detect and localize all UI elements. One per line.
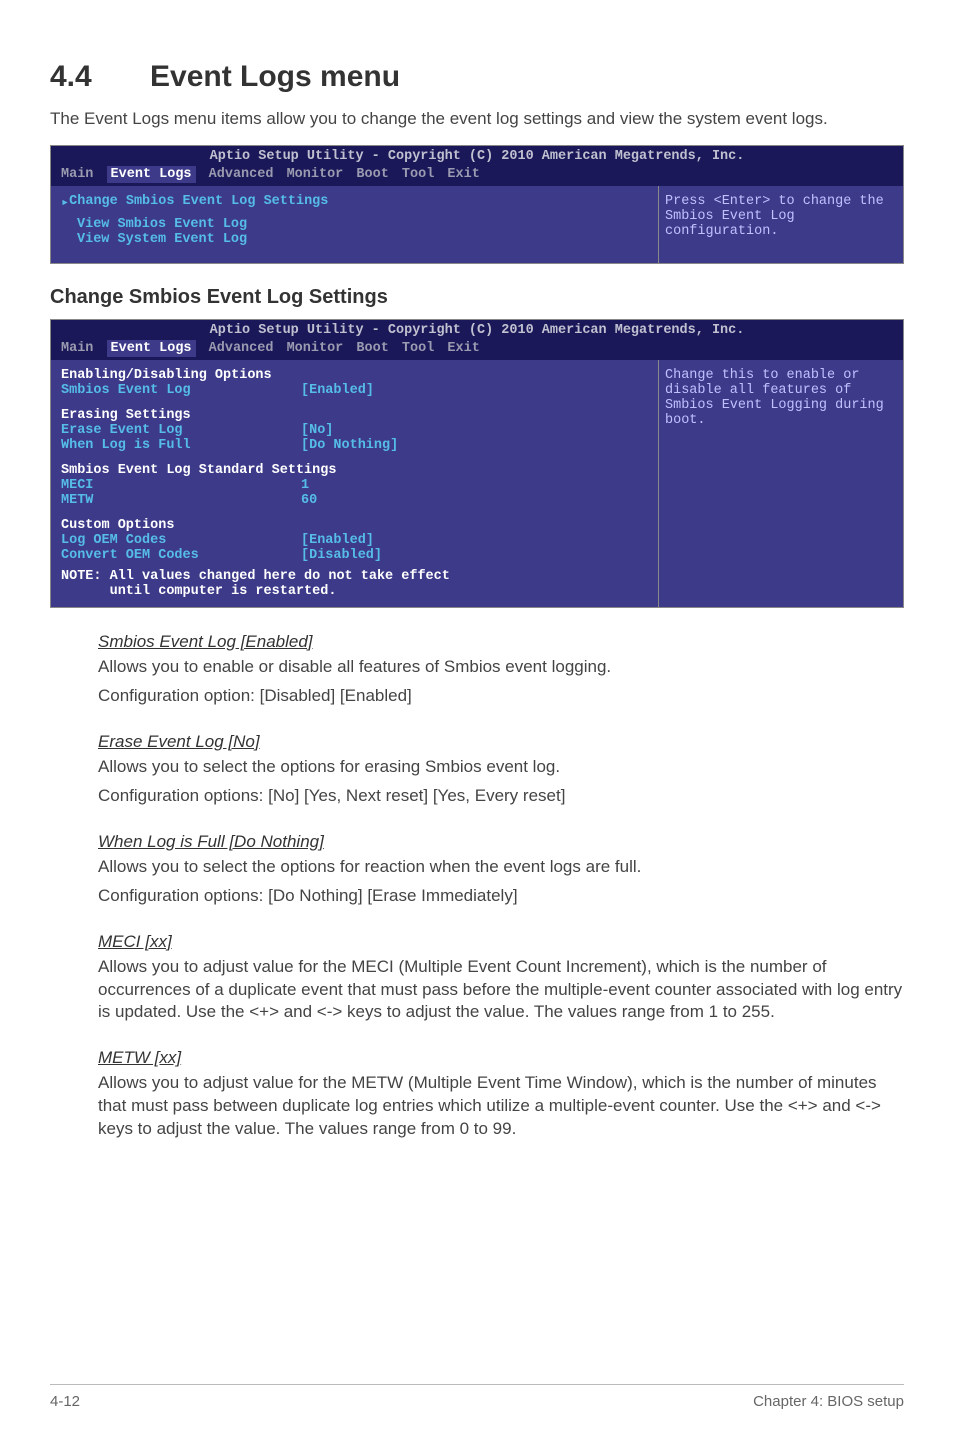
doc-section-whenfull-p1: Allows you to select the options for rea… — [98, 856, 904, 879]
bios2-log-oem-codes-value: [Enabled] — [301, 533, 374, 548]
bios2-group4-header: Custom Options — [61, 518, 648, 533]
bios1-tab-tool[interactable]: Tool — [402, 167, 434, 182]
doc-section-smbios-p2: Configuration option: [Disabled] [Enable… — [98, 685, 904, 708]
bios2-meci-value: 1 — [301, 478, 309, 493]
bios1-item-view-smbios-label: View Smbios Event Log — [77, 217, 247, 232]
bios-panel-1: Aptio Setup Utility - Copyright (C) 2010… — [50, 145, 904, 264]
page-heading: 4.4Event Logs menu — [50, 60, 904, 94]
bios2-log-oem-codes-label: Log OEM Codes — [61, 533, 301, 548]
bios2-note-line1: NOTE: All values changed here do not tak… — [61, 569, 648, 584]
doc-section-metw-p1: Allows you to adjust value for the METW … — [98, 1072, 904, 1141]
doc-section-meci-p1: Allows you to adjust value for the MECI … — [98, 956, 904, 1025]
bios1-item-view-system[interactable]: View System Event Log — [61, 232, 648, 247]
bios1-tab-main[interactable]: Main — [61, 167, 93, 182]
bios2-smbios-event-log-label: Smbios Event Log — [61, 383, 301, 398]
bios2-metw-label: METW — [61, 493, 301, 508]
bios2-tab-boot[interactable]: Boot — [356, 341, 388, 356]
bios2-tab-main[interactable]: Main — [61, 341, 93, 356]
doc-section-erase-p2: Configuration options: [No] [Yes, Next r… — [98, 785, 904, 808]
bios2-tab-advanced[interactable]: Advanced — [209, 341, 274, 356]
subheading: Change Smbios Event Log Settings — [50, 286, 904, 309]
footer-page-number: 4-12 — [50, 1393, 80, 1410]
doc-section-metw: METW [xx] Allows you to adjust value for… — [50, 1048, 904, 1141]
bios2-when-log-full[interactable]: When Log is Full[Do Nothing] — [61, 438, 648, 453]
bios2-tab-eventlogs[interactable]: Event Logs — [107, 340, 196, 357]
bios1-item-change-settings-label: Change Smbios Event Log Settings — [69, 194, 328, 211]
bios1-item-view-smbios[interactable]: View Smbios Event Log — [61, 217, 648, 232]
bios2-when-log-full-value: [Do Nothing] — [301, 438, 398, 453]
bios1-tabbar: Main Event Logs Advanced Monitor Boot To… — [51, 166, 903, 186]
bios-panel-2: Aptio Setup Utility - Copyright (C) 2010… — [50, 319, 904, 608]
bios2-metw[interactable]: METW60 — [61, 493, 648, 508]
doc-section-meci-heading: MECI [xx] — [98, 932, 904, 952]
bios2-convert-oem-codes-value: [Disabled] — [301, 548, 382, 563]
doc-section-erase-p1: Allows you to select the options for era… — [98, 756, 904, 779]
doc-section-metw-heading: METW [xx] — [98, 1048, 904, 1068]
bios1-tab-eventlogs[interactable]: Event Logs — [107, 166, 196, 183]
bios1-tab-exit[interactable]: Exit — [447, 167, 479, 182]
intro-text: The Event Logs menu items allow you to c… — [50, 108, 904, 131]
doc-section-erase: Erase Event Log [No] Allows you to selec… — [50, 732, 904, 808]
bios2-title: Aptio Setup Utility - Copyright (C) 2010… — [51, 320, 903, 340]
bios2-left-pane: Enabling/Disabling Options Smbios Event … — [51, 360, 658, 607]
bios2-smbios-event-log[interactable]: Smbios Event Log[Enabled] — [61, 383, 648, 398]
doc-section-whenfull-p2: Configuration options: [Do Nothing] [Era… — [98, 885, 904, 908]
bios1-help-pane: Press <Enter> to change the Smbios Event… — [658, 186, 903, 263]
bios2-erase-event-log[interactable]: Erase Event Log[No] — [61, 423, 648, 438]
bios2-smbios-event-log-value: [Enabled] — [301, 383, 374, 398]
bios1-left-pane: ▸ Change Smbios Event Log Settings View … — [51, 186, 658, 263]
bios2-group2-header: Erasing Settings — [61, 408, 648, 423]
doc-section-smbios-p1: Allows you to enable or disable all feat… — [98, 656, 904, 679]
bios2-convert-oem-codes-label: Convert OEM Codes — [61, 548, 301, 563]
bios2-erase-event-log-label: Erase Event Log — [61, 423, 301, 438]
doc-section-erase-heading: Erase Event Log [No] — [98, 732, 904, 752]
bios2-log-oem-codes[interactable]: Log OEM Codes[Enabled] — [61, 533, 648, 548]
bios1-tab-monitor[interactable]: Monitor — [287, 167, 344, 182]
doc-section-smbios-heading: Smbios Event Log [Enabled] — [98, 632, 904, 652]
bios2-group3-header: Smbios Event Log Standard Settings — [61, 463, 648, 478]
footer-chapter: Chapter 4: BIOS setup — [753, 1393, 904, 1410]
bios2-tabbar: Main Event Logs Advanced Monitor Boot To… — [51, 340, 903, 360]
bios1-title: Aptio Setup Utility - Copyright (C) 2010… — [51, 146, 903, 166]
bios1-tab-boot[interactable]: Boot — [356, 167, 388, 182]
bios2-tab-tool[interactable]: Tool — [402, 341, 434, 356]
bios2-note-line2: until computer is restarted. — [61, 584, 648, 599]
bios1-item-view-system-label: View System Event Log — [77, 232, 247, 247]
bios2-metw-value: 60 — [301, 493, 317, 508]
doc-section-smbios: Smbios Event Log [Enabled] Allows you to… — [50, 632, 904, 708]
bios2-help-pane: Change this to enable or disable all fea… — [658, 360, 903, 607]
doc-section-meci: MECI [xx] Allows you to adjust value for… — [50, 932, 904, 1025]
bios1-tab-advanced[interactable]: Advanced — [209, 167, 274, 182]
bios2-erase-event-log-value: [No] — [301, 423, 333, 438]
section-title: Event Logs menu — [150, 60, 400, 93]
triangle-icon: ▸ — [61, 194, 69, 211]
bios2-convert-oem-codes[interactable]: Convert OEM Codes[Disabled] — [61, 548, 648, 563]
bios2-meci[interactable]: MECI1 — [61, 478, 648, 493]
bios2-tab-monitor[interactable]: Monitor — [287, 341, 344, 356]
bios2-tab-exit[interactable]: Exit — [447, 341, 479, 356]
bios1-item-change-settings[interactable]: ▸ Change Smbios Event Log Settings — [61, 194, 648, 211]
section-number: 4.4 — [50, 60, 150, 94]
doc-section-whenfull-heading: When Log is Full [Do Nothing] — [98, 832, 904, 852]
bios2-when-log-full-label: When Log is Full — [61, 438, 301, 453]
doc-section-whenfull: When Log is Full [Do Nothing] Allows you… — [50, 832, 904, 908]
bios2-meci-label: MECI — [61, 478, 301, 493]
bios2-group1-header: Enabling/Disabling Options — [61, 368, 648, 383]
page-footer: 4-12 Chapter 4: BIOS setup — [50, 1384, 904, 1410]
